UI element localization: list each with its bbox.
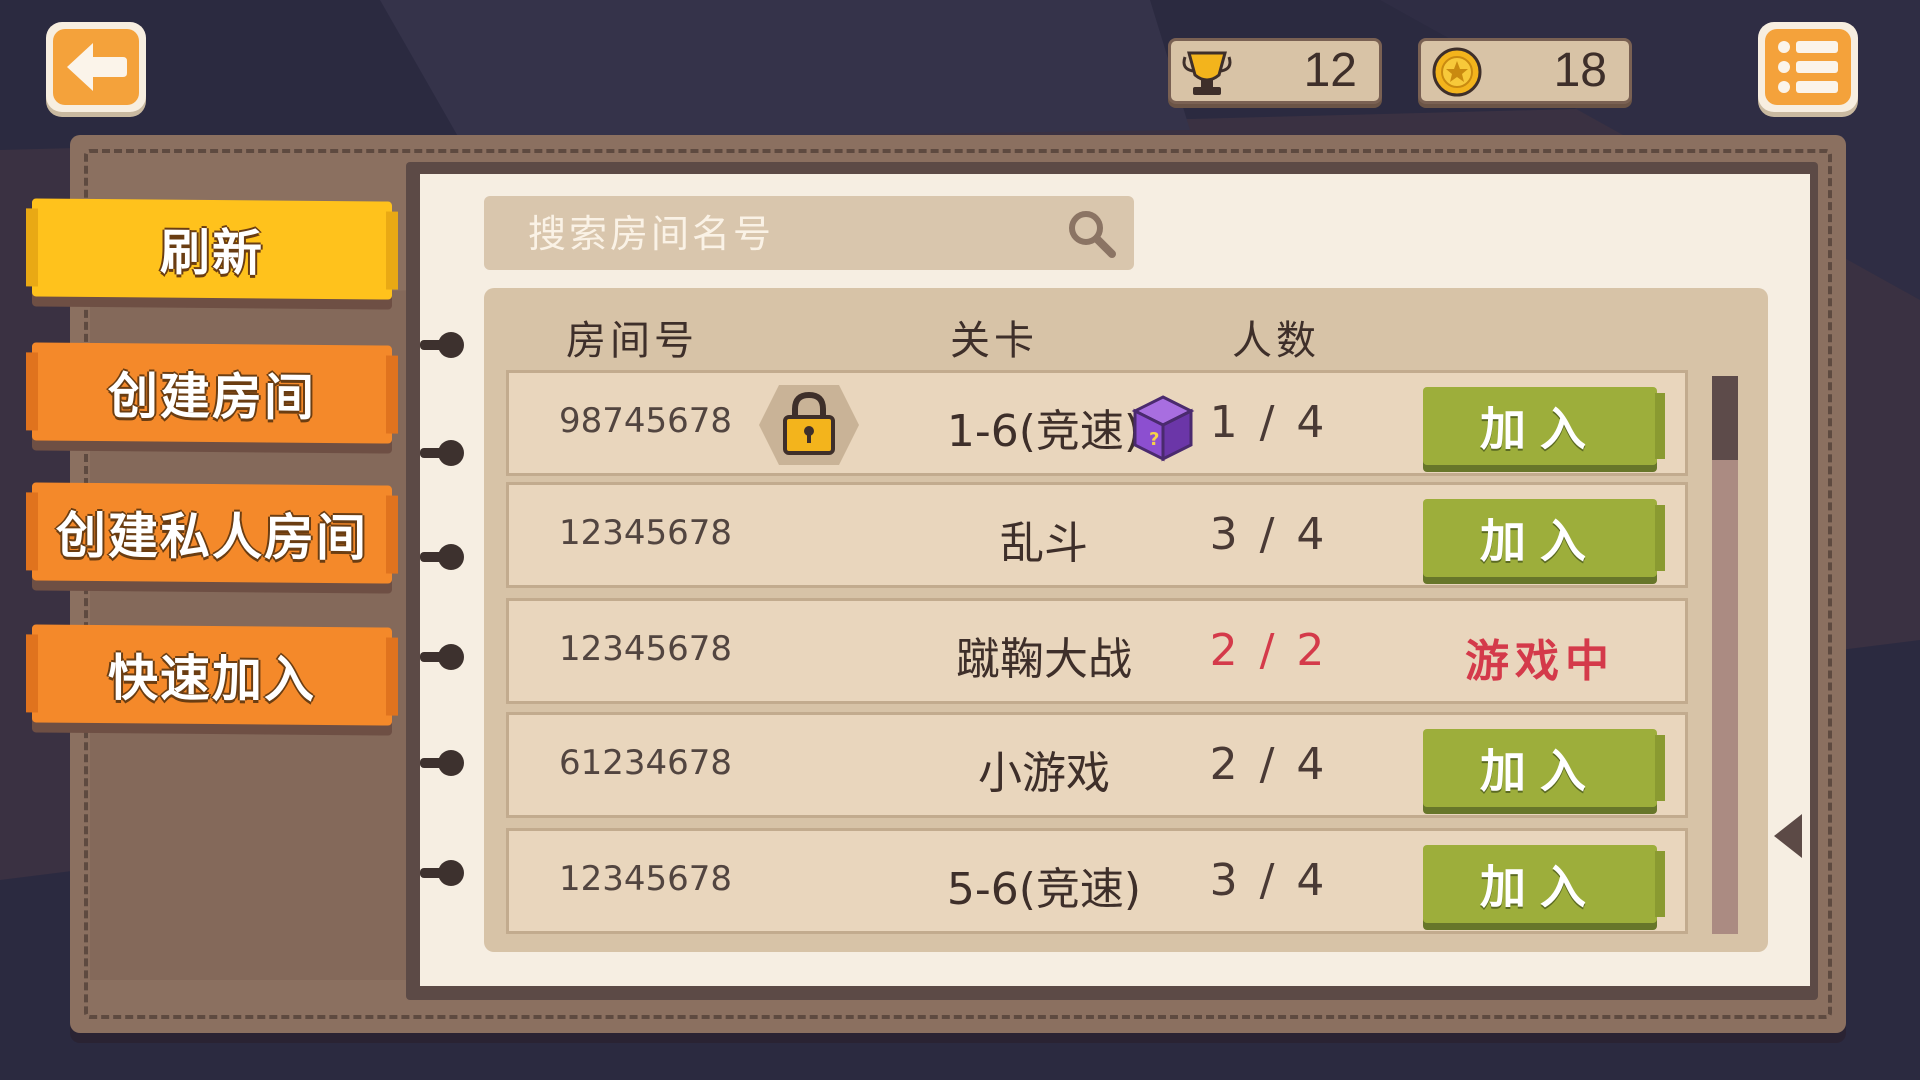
refresh-button[interactable]: 刷新 [32, 198, 392, 300]
binder-ring [420, 860, 464, 886]
level-name: 5-6(竞速) [946, 864, 1142, 915]
room-number: 12345678 [559, 513, 733, 553]
player-count: 2 / 4 [1209, 739, 1329, 790]
player-count: 1 / 4 [1209, 397, 1329, 448]
list-menu-icon [1778, 41, 1838, 93]
table-row[interactable]: 12345678 蹴鞠大战 2 / 2 游戏中 [506, 598, 1688, 704]
player-count: 2 / 2 [1209, 625, 1329, 676]
binder-ring [420, 644, 464, 670]
table-row[interactable]: 12345678 乱斗 3 / 4 加入 [506, 482, 1688, 588]
trophy-icon [1182, 51, 1232, 95]
room-number: 61234678 [559, 743, 733, 783]
search-icon[interactable] [1064, 206, 1120, 262]
header-level: 关卡 [950, 318, 1038, 364]
search-bar [484, 196, 1134, 270]
mystery-box-icon: ? [1131, 395, 1195, 462]
in-game-status: 游戏中 [1465, 636, 1615, 687]
back-button[interactable] [46, 22, 146, 112]
header-players: 人数 [1232, 318, 1320, 364]
room-number: 98745678 [559, 401, 733, 441]
player-count: 3 / 4 [1209, 509, 1329, 560]
room-number: 12345678 [559, 859, 733, 899]
level-name: 小游戏 [978, 748, 1110, 799]
binder-ring [420, 332, 464, 358]
lock-icon [759, 385, 859, 465]
join-button[interactable]: 加入 [1423, 499, 1665, 577]
table-row[interactable]: 61234678 小游戏 2 / 4 加入 [506, 712, 1688, 818]
trophy-count: 12 [1303, 44, 1357, 97]
level-name: 乱斗 [1000, 518, 1088, 569]
trophy-counter: 12 [1168, 38, 1382, 104]
player-count: 3 / 4 [1209, 855, 1329, 906]
quick-join-button[interactable]: 快速加入 [32, 624, 392, 726]
binder-ring [420, 750, 464, 776]
join-button[interactable]: 加入 [1423, 729, 1665, 807]
join-button[interactable]: 加入 [1423, 845, 1665, 923]
binder-ring [420, 440, 464, 466]
table-row[interactable]: 12345678 5-6(竞速) 3 / 4 加入 [506, 828, 1688, 934]
svg-text:?: ? [1149, 429, 1159, 450]
side-tab-arrow [1774, 814, 1802, 858]
coin-count: 18 [1553, 44, 1607, 97]
create-private-room-button[interactable]: 创建私人房间 [32, 482, 392, 584]
menu-button[interactable] [1758, 22, 1858, 112]
table-row[interactable]: 98745678 1-6(竞速) ? 1 / 4 加入 [506, 370, 1688, 476]
header-room-number: 房间号 [566, 318, 698, 364]
scrollbar-thumb[interactable] [1712, 376, 1738, 460]
coin-counter: 18 [1418, 38, 1632, 104]
room-number: 12345678 [559, 629, 733, 669]
coin-icon [1432, 47, 1482, 97]
back-arrow-icon [67, 43, 127, 91]
create-room-button[interactable]: 创建房间 [32, 342, 392, 444]
level-name: 蹴鞠大战 [956, 634, 1132, 685]
binder-ring [420, 544, 464, 570]
search-input[interactable] [526, 206, 1050, 262]
join-button[interactable]: 加入 [1423, 387, 1665, 465]
